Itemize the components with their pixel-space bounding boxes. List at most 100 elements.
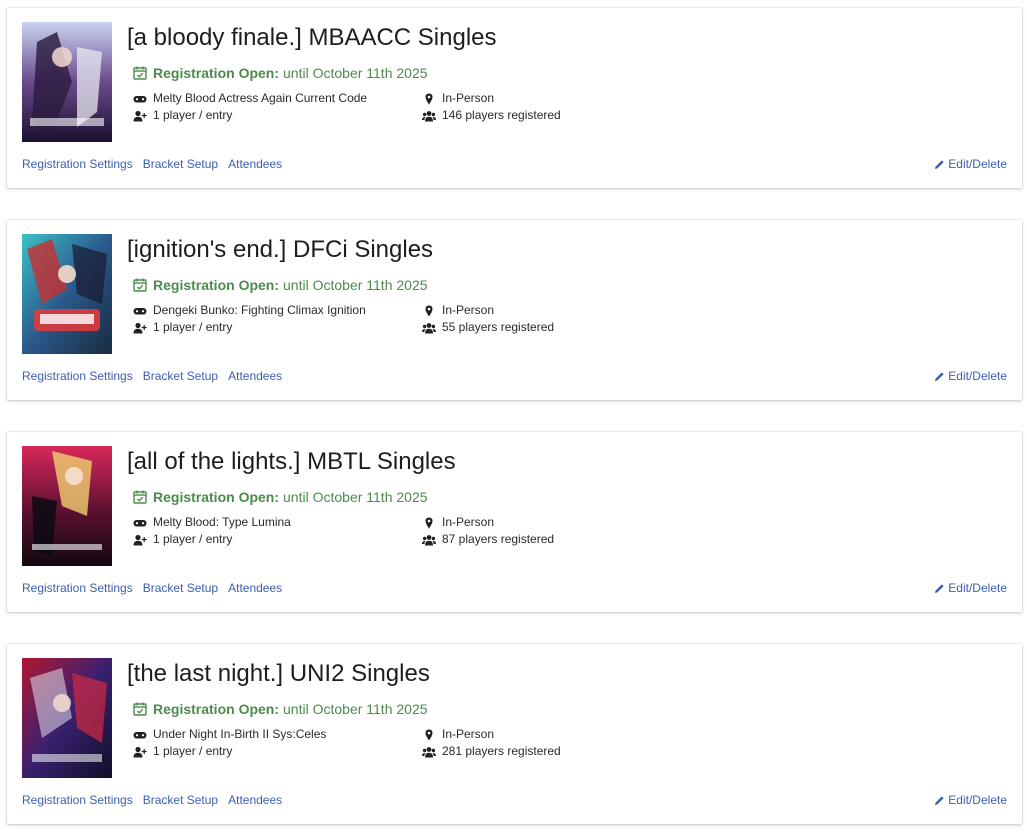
registration-deadline: until October 11th 2025 — [283, 65, 428, 81]
location-info: In-Person — [422, 726, 494, 743]
calendar-check-icon — [133, 702, 147, 716]
registered-count: 55 players registered — [422, 319, 554, 336]
event-title: [a bloody finale.] MBAACC Singles — [127, 24, 497, 51]
registration-status: Registration Open: until October 11th 20… — [133, 275, 428, 295]
user-plus-icon — [133, 110, 147, 121]
registration-deadline: until October 11th 2025 — [283, 701, 428, 717]
edit-delete-link[interactable]: Edit/Delete — [948, 156, 1007, 172]
gamepad-icon — [133, 95, 147, 102]
game-cover-image[interactable] — [22, 234, 112, 354]
event-title: [the last night.] UNI2 Singles — [127, 660, 430, 687]
bracket-setup-link[interactable]: Bracket Setup — [143, 580, 218, 596]
calendar-check-icon — [133, 278, 147, 292]
event-card: [ignition's end.] DFCi Singles Registrat… — [7, 220, 1022, 400]
format-text: 1 player / entry — [153, 532, 233, 546]
card-actions: Registration Settings Bracket Setup Atte… — [22, 156, 282, 172]
edit-delete-button[interactable]: Edit/Delete — [934, 792, 1007, 808]
user-plus-icon — [133, 322, 147, 333]
event-card: [the last night.] UNI2 Singles Registrat… — [7, 644, 1022, 824]
game-info: Melty Blood Actress Again Current Code — [133, 90, 367, 107]
location-text: In-Person — [442, 515, 495, 529]
bracket-setup-link[interactable]: Bracket Setup — [143, 368, 218, 384]
event-card: [all of the lights.] MBTL Singles Regist… — [7, 432, 1022, 612]
game-name: Dengeki Bunko: Fighting Climax Ignition — [153, 303, 366, 317]
location-info: In-Person — [422, 514, 494, 531]
users-icon — [422, 534, 436, 545]
game-name: Melty Blood Actress Again Current Code — [153, 91, 368, 105]
pencil-icon — [935, 583, 944, 593]
registration-label: Registration Open: — [153, 701, 280, 717]
gamepad-icon — [133, 731, 147, 738]
map-marker-icon — [425, 517, 433, 528]
map-marker-icon — [425, 729, 433, 740]
registered-count: 87 players registered — [422, 531, 554, 548]
event-card: [a bloody finale.] MBAACC Singles Regist… — [7, 8, 1022, 188]
game-info: Under Night In-Birth II Sys:Celes — [133, 726, 326, 743]
map-marker-icon — [425, 305, 433, 316]
card-actions: Registration Settings Bracket Setup Atte… — [22, 368, 282, 384]
calendar-check-icon — [133, 490, 147, 504]
bracket-setup-link[interactable]: Bracket Setup — [143, 156, 218, 172]
game-info: Dengeki Bunko: Fighting Climax Ignition — [133, 302, 366, 319]
entry-format: 1 player / entry — [133, 107, 232, 124]
game-cover-image[interactable] — [22, 658, 112, 778]
registration-label: Registration Open: — [153, 277, 280, 293]
card-actions: Registration Settings Bracket Setup Atte… — [22, 580, 282, 596]
registration-status: Registration Open: until October 11th 20… — [133, 487, 428, 507]
users-icon — [422, 110, 436, 121]
registered-count: 146 players registered — [422, 107, 561, 124]
entry-format: 1 player / entry — [133, 531, 232, 548]
edit-delete-link[interactable]: Edit/Delete — [948, 368, 1007, 384]
registration-settings-link[interactable]: Registration Settings — [22, 580, 133, 596]
event-title: [all of the lights.] MBTL Singles — [127, 448, 456, 475]
format-text: 1 player / entry — [153, 744, 233, 758]
location-text: In-Person — [442, 91, 495, 105]
registration-label: Registration Open: — [153, 65, 280, 81]
edit-delete-link[interactable]: Edit/Delete — [948, 580, 1007, 596]
game-name: Melty Blood: Type Lumina — [153, 515, 291, 529]
registration-label: Registration Open: — [153, 489, 280, 505]
pencil-icon — [935, 795, 944, 805]
pencil-icon — [935, 371, 944, 381]
attendees-link[interactable]: Attendees — [228, 792, 282, 808]
format-text: 1 player / entry — [153, 108, 233, 122]
edit-delete-button[interactable]: Edit/Delete — [934, 580, 1007, 596]
users-icon — [422, 746, 436, 757]
entry-format: 1 player / entry — [133, 319, 232, 336]
edit-delete-link[interactable]: Edit/Delete — [948, 792, 1007, 808]
registration-settings-link[interactable]: Registration Settings — [22, 368, 133, 384]
registered-text: 55 players registered — [442, 320, 555, 334]
pencil-icon — [935, 159, 944, 169]
registration-status: Registration Open: until October 11th 20… — [133, 63, 428, 83]
gamepad-icon — [133, 519, 147, 526]
entry-format: 1 player / entry — [133, 743, 232, 760]
registered-text: 281 players registered — [442, 744, 561, 758]
user-plus-icon — [133, 534, 147, 545]
map-marker-icon — [425, 93, 433, 104]
game-cover-image[interactable] — [22, 22, 112, 142]
attendees-link[interactable]: Attendees — [228, 156, 282, 172]
attendees-link[interactable]: Attendees — [228, 368, 282, 384]
location-text: In-Person — [442, 303, 495, 317]
calendar-check-icon — [133, 66, 147, 80]
attendees-link[interactable]: Attendees — [228, 580, 282, 596]
registration-status: Registration Open: until October 11th 20… — [133, 699, 428, 719]
card-actions: Registration Settings Bracket Setup Atte… — [22, 792, 282, 808]
user-plus-icon — [133, 746, 147, 757]
registration-settings-link[interactable]: Registration Settings — [22, 792, 133, 808]
bracket-setup-link[interactable]: Bracket Setup — [143, 792, 218, 808]
registration-settings-link[interactable]: Registration Settings — [22, 156, 133, 172]
registered-text: 146 players registered — [442, 108, 561, 122]
game-cover-image[interactable] — [22, 446, 112, 566]
edit-delete-button[interactable]: Edit/Delete — [934, 156, 1007, 172]
game-info: Melty Blood: Type Lumina — [133, 514, 291, 531]
registered-text: 87 players registered — [442, 532, 555, 546]
registration-deadline: until October 11th 2025 — [283, 489, 428, 505]
location-info: In-Person — [422, 90, 494, 107]
registration-deadline: until October 11th 2025 — [283, 277, 428, 293]
format-text: 1 player / entry — [153, 320, 233, 334]
edit-delete-button[interactable]: Edit/Delete — [934, 368, 1007, 384]
registered-count: 281 players registered — [422, 743, 561, 760]
location-text: In-Person — [442, 727, 495, 741]
gamepad-icon — [133, 307, 147, 314]
